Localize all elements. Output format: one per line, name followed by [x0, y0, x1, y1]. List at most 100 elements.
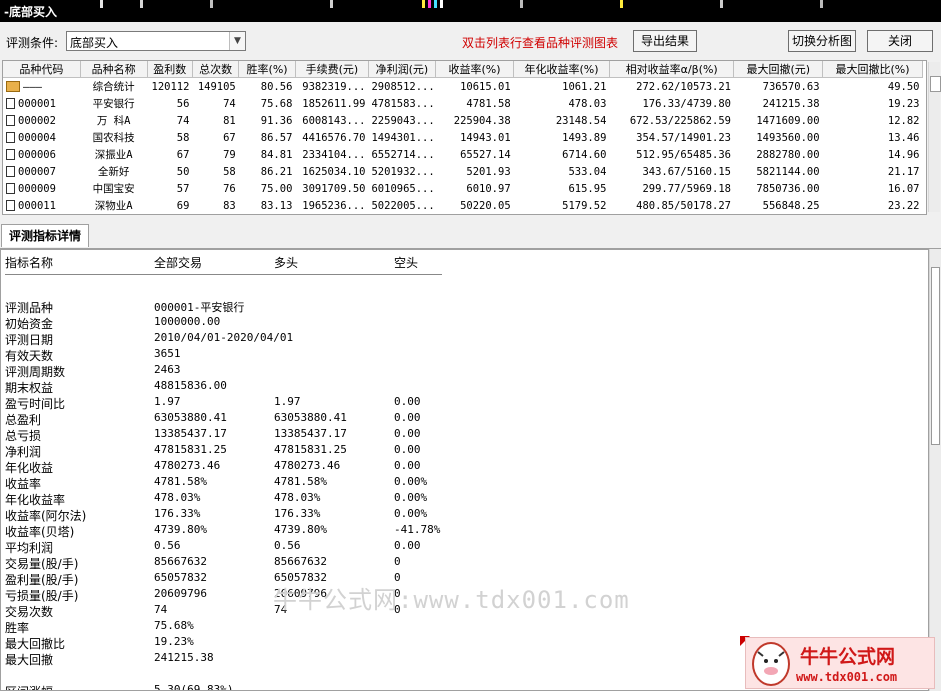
column-header[interactable]: 品种名称 [80, 61, 148, 78]
table-row[interactable]: 000011 深物业A 69 83 83.13 1965236... 5022005... 5… [3, 197, 923, 214]
metric-value: 2010/04/01-2020/04/01 [154, 331, 294, 344]
title-bar: -底部买入 [0, 0, 941, 22]
export-button[interactable]: 导出结果 [633, 30, 697, 52]
table-cell: 533.04 [514, 163, 610, 180]
table-cell: 74 [192, 95, 238, 112]
table-cell: 2882780.00 [734, 146, 823, 163]
table-cell: 736570.63 [734, 78, 823, 96]
cell-name: 深物业A [80, 197, 147, 214]
cell-text: 480.85/50178.27 [636, 199, 731, 212]
document-icon [6, 131, 15, 143]
cell-text: 57 [176, 182, 190, 195]
condition-select[interactable]: 底部买入 ▼ [66, 31, 246, 51]
cell-text: 50220.05 [460, 199, 511, 212]
cell-text: 000009 [18, 182, 56, 195]
metric-value: 74 [154, 603, 168, 616]
cell-text: 1061.21 [562, 80, 607, 93]
site-logo: 牛牛公式网 www.tdx001.com [745, 637, 935, 689]
column-header[interactable]: 最大回撤(元) [733, 61, 824, 78]
table-cell: 1493.89 [514, 129, 610, 146]
close-button[interactable]: 关闭 [867, 30, 933, 52]
cell-text: 615.95 [568, 182, 607, 195]
column-header[interactable]: 总次数 [192, 61, 240, 78]
metric-value: 13385437.17 [154, 427, 227, 440]
column-header[interactable]: 品种代码 [3, 61, 81, 78]
metric-value: 4739.80% [274, 523, 327, 536]
detail-scrollbar[interactable] [929, 249, 941, 691]
table-cell: 343.67/5160.15 [609, 163, 734, 180]
column-header[interactable]: 收益率(%) [435, 61, 515, 78]
cell-text: 86.21 [260, 165, 293, 178]
metric-name: 交易量(股/手) [5, 557, 79, 571]
table-cell: 2334104... [295, 146, 368, 163]
metric-value: 0.00 [394, 459, 421, 472]
column-header[interactable]: 相对收益率α/β(%) [609, 61, 735, 78]
metric-row: 收益率 4781.58% 4781.58% 0.00% [1, 475, 601, 491]
results-scrollbar-thumb[interactable] [930, 76, 941, 92]
cell-text: 69 [176, 199, 190, 212]
metric-value: 176.33% [274, 507, 321, 520]
cell-text: 19.23 [887, 97, 920, 110]
summary-row[interactable]: ——— 综合统计 120112 149105 80.56 9382319... 290851… [3, 78, 923, 96]
metric-name: 有效天数 [5, 349, 54, 363]
cell-name: 中国宝安 [80, 180, 147, 197]
cell-text: 3091709.50 [302, 182, 366, 195]
column-header[interactable]: 胜率(%) [238, 61, 296, 78]
metric-name: 初始资金 [5, 317, 54, 331]
cell-text: 全新好 [97, 166, 130, 178]
metric-row: 总亏损 13385437.17 13385437.17 0.00 [1, 427, 601, 443]
logo-url: www.tdx001.com [796, 670, 898, 684]
cell-text: 478.03 [568, 97, 607, 110]
table-cell: 3091709.50 [295, 180, 368, 197]
table-cell: 7850736.00 [734, 180, 823, 197]
column-header[interactable]: 年化收益率(%) [513, 61, 610, 78]
cell-text: 83.13 [260, 199, 293, 212]
table-row[interactable]: 000009 中国宝安 57 76 75.00 3091709.50 6010965... 6… [3, 180, 923, 197]
metric-value: 3651 [154, 347, 181, 360]
cell-name: 平安银行 [80, 95, 147, 112]
column-header[interactable]: 盈利数 [147, 61, 193, 78]
chevron-down-icon[interactable]: ▼ [229, 32, 245, 50]
table-row[interactable]: 000001 平安银行 56 74 75.68 1852611.99 4781583... 4… [3, 95, 923, 112]
table-row[interactable]: 000004 国农科技 58 67 86.57 4416576.70 1494301... 1… [3, 129, 923, 146]
table-cell: 272.62/10573.21 [609, 78, 734, 96]
cell-text: 58 [223, 165, 236, 178]
metric-row: 初始资金 1000000.00 [1, 315, 601, 331]
cell-text: 9382319... [302, 80, 366, 93]
cell-text: 74 [176, 114, 190, 127]
column-header[interactable]: 手续费(元) [295, 61, 369, 78]
detail-scrollbar-thumb[interactable] [931, 267, 940, 445]
cell-text: 49.50 [887, 80, 920, 93]
switch-chart-button[interactable]: 切换分析图 [788, 30, 856, 52]
results-scrollbar[interactable] [928, 62, 941, 212]
table-cell: 5179.52 [514, 197, 610, 214]
table-row[interactable]: 000006 深振业A 67 79 84.81 2334104... 6552714... 6… [3, 146, 923, 163]
tab-detail-metrics[interactable]: 评测指标详情 [1, 224, 89, 247]
metric-name: 总亏损 [5, 429, 42, 443]
table-cell: 83.13 [239, 197, 296, 214]
cell-text: 6714.60 [562, 148, 607, 161]
metric-name: 评测品种 [5, 301, 54, 315]
table-cell: 76 [192, 180, 238, 197]
table-cell: 84.81 [239, 146, 296, 163]
cell-text: 81 [223, 114, 236, 127]
cell-text: 1493560.00 [756, 131, 820, 144]
cell-text: 1494301... [371, 131, 435, 144]
column-header[interactable]: 最大回撤比(%) [822, 61, 923, 78]
metric-name: 最大回撤 [5, 653, 54, 667]
cell-text: 综合统计 [92, 81, 135, 93]
metric-name: 交易次数 [5, 605, 54, 619]
results-table[interactable]: 品种代码 品种名称 盈利数 总次数 胜率(%) 手续费(元) 净利润(元) 收益… [2, 60, 927, 215]
cell-code: 000001 [3, 95, 80, 112]
table-row[interactable]: 000002 万 科A 74 81 91.36 6008143... 2259043... 2… [3, 112, 923, 129]
metric-row: 年化收益率 478.03% 478.03% 0.00% [1, 491, 601, 507]
column-header[interactable]: 净利润(元) [368, 61, 436, 78]
document-icon [6, 114, 15, 126]
metric-row: 评测日期 2010/04/01-2020/04/01 [1, 331, 601, 347]
cell-text: 76 [223, 182, 236, 195]
metric-value: 19.23% [154, 635, 194, 648]
cell-text: 1625034.10 [302, 165, 366, 178]
table-cell: 74 [147, 112, 192, 129]
table-row[interactable]: 000007 全新好 50 58 86.21 1625034.10 5201932... 52… [3, 163, 923, 180]
metric-name: 收益率(贝塔) [5, 525, 75, 539]
